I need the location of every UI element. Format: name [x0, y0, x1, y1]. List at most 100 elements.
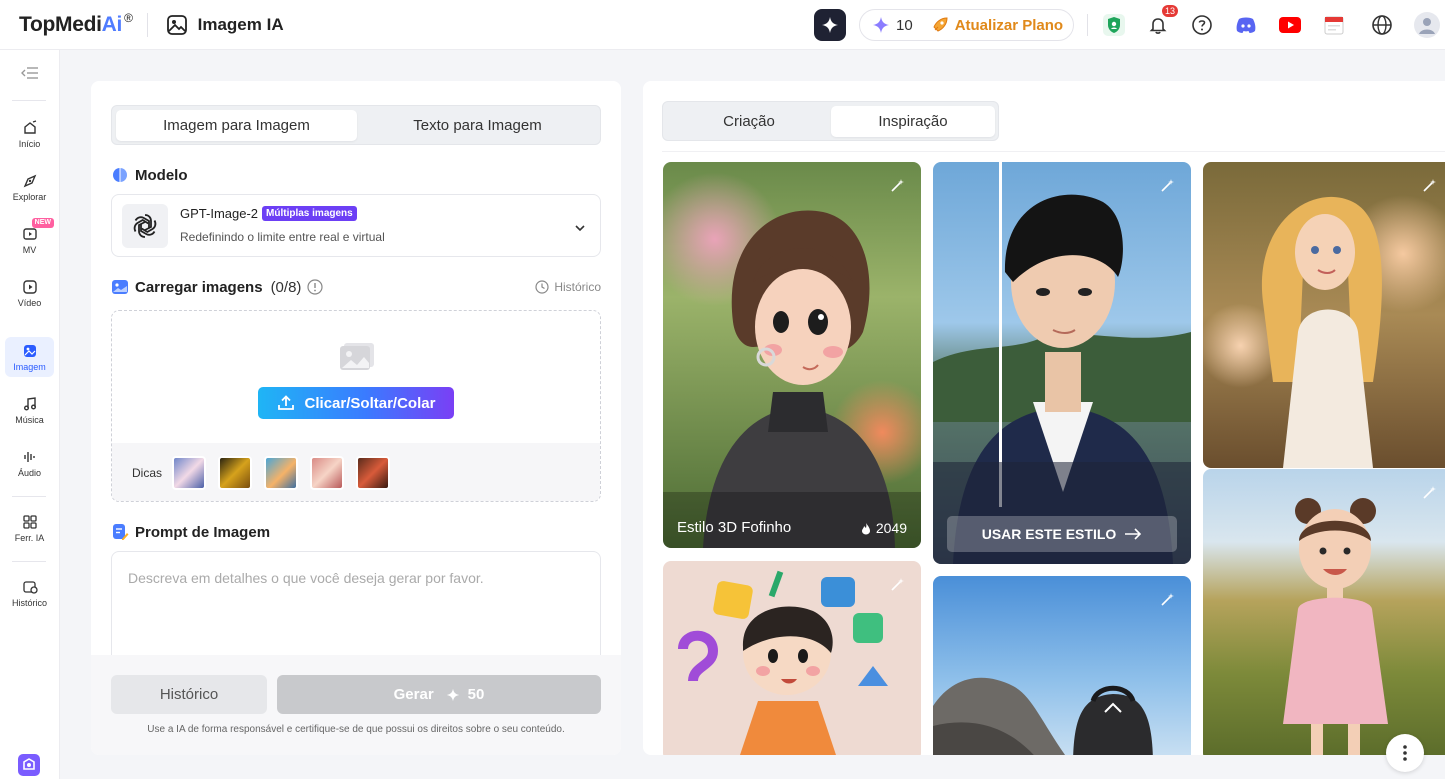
openai-logo-icon — [122, 204, 168, 248]
gallery-panel: Criação Inspiração Estilo 3D Fofinho 204… — [643, 81, 1445, 755]
sparkle-icon — [822, 17, 838, 33]
sidebar-item-video[interactable]: Vídeo — [5, 273, 54, 313]
sidebar-item-label: Ferr. IA — [14, 532, 45, 543]
info-icon[interactable] — [307, 279, 324, 295]
more-vertical-icon — [1403, 745, 1407, 761]
more-options-button[interactable] — [1386, 734, 1424, 772]
sidebar-item-label: Vídeo — [17, 297, 42, 308]
gallery-card[interactable]: USAR ESTE ESTILO — [933, 162, 1191, 564]
image-icon — [166, 14, 187, 35]
credits-pill[interactable]: 10 Atualizar Plano — [859, 9, 1074, 41]
magic-wand-icon[interactable] — [889, 178, 905, 199]
gallery-card[interactable] — [1203, 162, 1445, 468]
sidebar-item-label: MV — [22, 244, 37, 255]
avatar[interactable] — [1413, 11, 1441, 39]
upgrade-plan-link[interactable]: Atualizar Plano — [955, 17, 1063, 34]
multi-image-badge: Múltiplas imagens — [262, 206, 357, 221]
gallery-divider — [662, 151, 1445, 152]
shield-icon[interactable] — [1100, 11, 1128, 39]
chevron-down-icon — [574, 219, 586, 237]
discord-icon[interactable] — [1232, 11, 1260, 39]
magic-wand-icon[interactable] — [1421, 178, 1437, 199]
model-selector[interactable]: GPT-Image-2 Múltiplas imagens Redefinind… — [111, 194, 601, 257]
home-icon — [23, 119, 36, 134]
gallery-card[interactable]: Estilo 3D Fofinho 2049 — [663, 162, 921, 548]
top-header: TopMedi Ai ® Imagem IA — [0, 0, 1445, 50]
tip-thumbnail[interactable] — [356, 456, 391, 490]
generate-button[interactable]: Gerar 50 — [277, 675, 601, 714]
sidebar-item-imagem[interactable]: Imagem — [5, 337, 54, 377]
header-divider — [146, 12, 148, 37]
app-logo[interactable]: TopMedi Ai ® — [19, 10, 133, 37]
tip-thumbnail[interactable] — [172, 456, 207, 490]
credits-count: 10 — [896, 16, 913, 34]
magic-wand-icon[interactable] — [1159, 592, 1175, 613]
generation-panel: Imagem para Imagem Texto para Imagem Mod… — [91, 81, 621, 755]
cartoon-kid-image — [678, 570, 888, 755]
help-icon[interactable] — [1188, 11, 1216, 39]
header-divider-right — [1087, 14, 1088, 36]
generate-label: Gerar — [393, 686, 434, 703]
tips-row: Dicas — [112, 443, 600, 501]
magic-wand-icon[interactable] — [1421, 485, 1437, 506]
backpack-landscape-image — [933, 677, 1153, 755]
bell-icon[interactable]: 13 — [1144, 5, 1178, 39]
card-title: Estilo 3D Fofinho — [677, 519, 792, 536]
collapse-sidebar-icon[interactable] — [21, 66, 39, 85]
princess-image — [1261, 196, 1382, 468]
tab-text-to-image[interactable]: Texto para Imagem — [357, 110, 598, 141]
explore-icon — [23, 174, 36, 187]
magic-wand-icon[interactable] — [889, 577, 905, 598]
ai-assistant-button[interactable] — [814, 9, 846, 41]
app-switcher-icon[interactable] — [18, 754, 40, 779]
cute-3d-girl-image — [663, 210, 921, 548]
card-likes-count: 2049 — [875, 520, 907, 536]
sidebar-item-historico[interactable]: Histórico — [5, 573, 54, 613]
new-badge: NEW — [31, 218, 54, 228]
logo-registered-mark: ® — [124, 10, 133, 25]
sidebar-item-musica[interactable]: Música — [5, 390, 54, 430]
tab-inspiracao[interactable]: Inspiração — [831, 106, 995, 137]
audio-icon — [23, 451, 35, 462]
upload-count: (0/8) — [270, 278, 302, 296]
tip-thumbnail[interactable] — [310, 456, 345, 490]
sidebar-item-label: Imagem — [13, 361, 46, 372]
upload-history-label: Histórico — [554, 280, 601, 294]
sidebar-item-label: Explorar — [12, 191, 47, 202]
gallery-card[interactable] — [663, 561, 921, 755]
tip-thumbnail[interactable] — [218, 456, 253, 490]
use-style-button[interactable]: USAR ESTE ESTILO — [947, 516, 1177, 552]
prompt-edit-icon — [113, 524, 129, 540]
calendar-icon[interactable] — [1320, 11, 1348, 39]
tab-image-to-image[interactable]: Imagem para Imagem — [116, 110, 357, 141]
sidebar-item-explorar[interactable]: Explorar — [5, 167, 54, 207]
left-sidebar: Início Explorar NEW MV Vídeo Imagem Músi… — [0, 50, 60, 779]
tips-label: Dicas — [132, 466, 163, 480]
globe-icon[interactable] — [1368, 11, 1396, 39]
youtube-icon[interactable] — [1276, 11, 1304, 39]
upload-section-label: Carregar imagens — [135, 278, 263, 296]
sidebar-item-audio[interactable]: Áudio — [5, 443, 54, 483]
tools-icon — [22, 514, 37, 529]
sidebar-item-inicio[interactable]: Início — [5, 114, 54, 154]
sidebar-divider — [12, 100, 46, 101]
tip-thumbnail[interactable] — [264, 456, 299, 490]
music-icon — [23, 396, 36, 410]
sidebar-item-ferr-ia[interactable]: Ferr. IA — [5, 508, 54, 548]
gallery-card[interactable] — [1203, 469, 1445, 755]
upload-dropzone[interactable]: Clicar/Soltar/Colar Dicas — [111, 310, 601, 502]
history-button[interactable]: Histórico — [111, 675, 267, 714]
magic-wand-icon[interactable] — [1159, 178, 1175, 199]
credit-sparkle-icon — [446, 688, 459, 701]
sidebar-item-mv[interactable]: NEW MV — [5, 218, 54, 260]
page-title-text: Imagem IA — [197, 14, 284, 34]
upload-button[interactable]: Clicar/Soltar/Colar — [258, 387, 454, 419]
rocket-icon — [933, 17, 948, 32]
image-placeholder-icon — [338, 341, 376, 376]
clock-icon — [535, 280, 549, 294]
upload-image-icon — [112, 280, 128, 294]
upload-history-link[interactable]: Histórico — [535, 280, 601, 294]
tab-criacao[interactable]: Criação — [667, 106, 831, 137]
card-likes: 2049 — [861, 520, 907, 536]
gallery-card[interactable] — [933, 576, 1191, 755]
